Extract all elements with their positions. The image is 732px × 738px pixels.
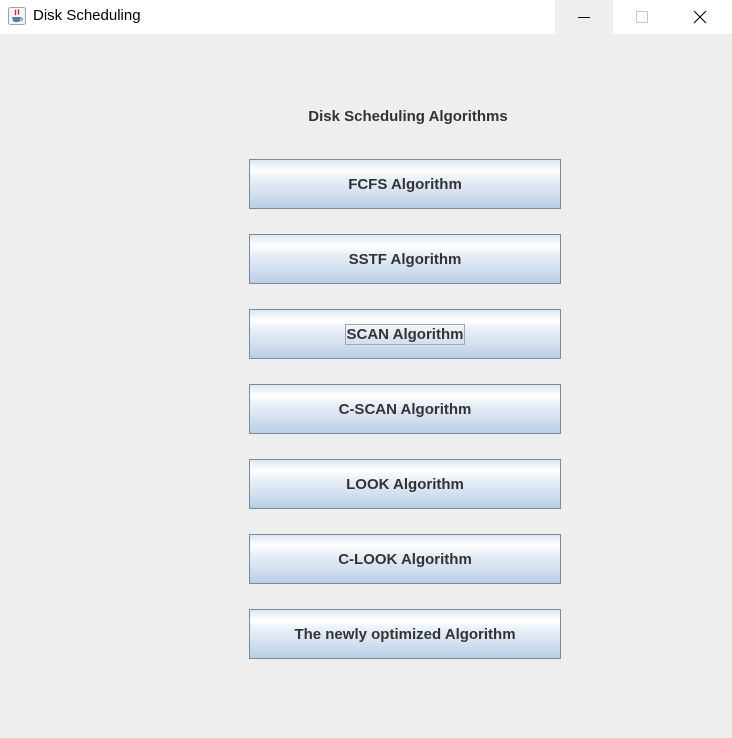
minimize-icon: [578, 17, 590, 18]
page-title: Disk Scheduling Algorithms: [308, 108, 508, 125]
main-panel: Disk Scheduling Algorithms FCFS Algorith…: [0, 34, 732, 738]
button-label: C-SCAN Algorithm: [338, 400, 472, 418]
maximize-button[interactable]: [613, 0, 671, 34]
title-bar: Disk Scheduling: [0, 0, 732, 34]
button-label: FCFS Algorithm: [348, 175, 462, 193]
button-label: The newly optimized Algorithm: [294, 625, 516, 643]
scan-algorithm-button[interactable]: SCAN Algorithm: [249, 309, 561, 359]
window-title: Disk Scheduling: [33, 7, 141, 24]
optimized-algorithm-button[interactable]: The newly optimized Algorithm: [249, 609, 561, 659]
button-label: C-LOOK Algorithm: [338, 550, 472, 568]
java-icon[interactable]: [8, 7, 26, 25]
minimize-button[interactable]: [555, 0, 613, 34]
maximize-icon: [636, 11, 648, 23]
look-algorithm-button[interactable]: LOOK Algorithm: [249, 459, 561, 509]
close-icon: [693, 10, 707, 24]
button-label: SCAN Algorithm: [344, 323, 466, 345]
c-scan-algorithm-button[interactable]: C-SCAN Algorithm: [249, 384, 561, 434]
button-label: SSTF Algorithm: [348, 250, 462, 268]
button-label: LOOK Algorithm: [346, 475, 464, 493]
sstf-algorithm-button[interactable]: SSTF Algorithm: [249, 234, 561, 284]
c-look-algorithm-button[interactable]: C-LOOK Algorithm: [249, 534, 561, 584]
fcfs-algorithm-button[interactable]: FCFS Algorithm: [249, 159, 561, 209]
close-button[interactable]: [671, 0, 729, 34]
